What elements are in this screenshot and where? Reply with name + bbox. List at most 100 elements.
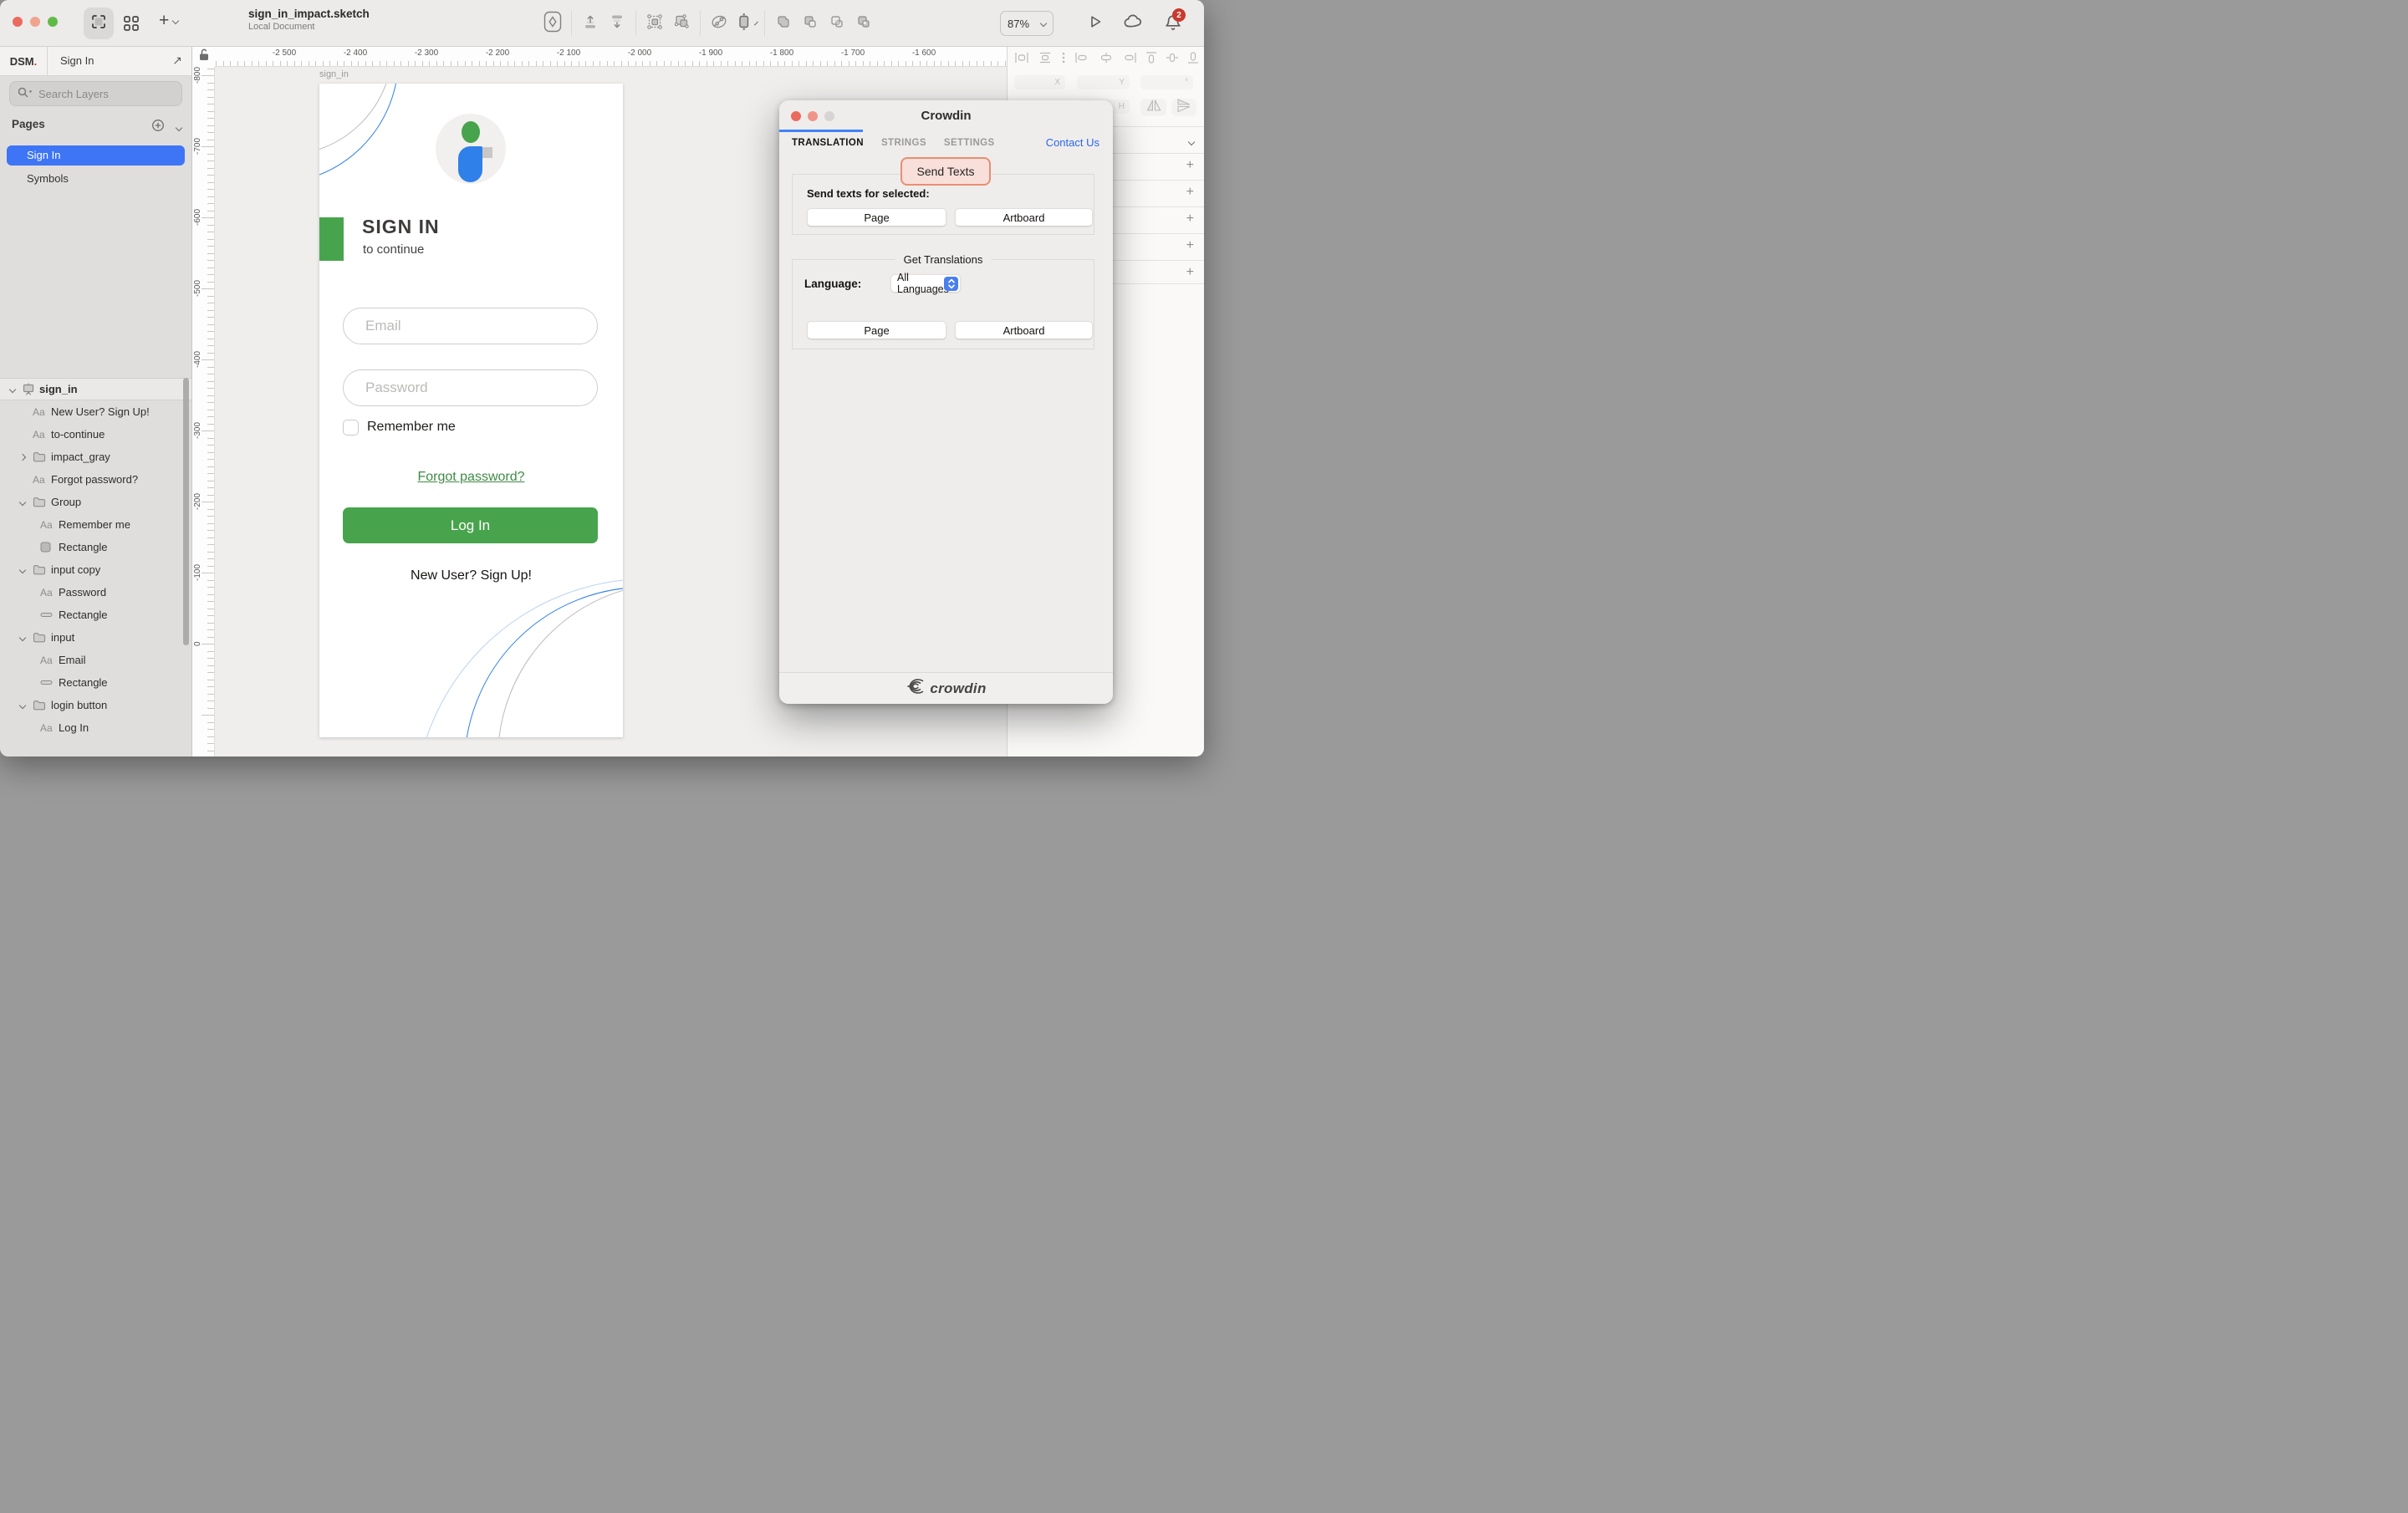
group-button[interactable] — [645, 13, 665, 34]
layer-row-forgot-password-[interactable]: AaForgot password? — [0, 468, 191, 491]
subtract-button[interactable] — [800, 13, 820, 34]
tab-current-page[interactable]: Sign In — [60, 54, 94, 67]
tab-settings[interactable]: SETTINGS — [944, 138, 995, 148]
distribute-vertically-icon[interactable] — [1038, 52, 1053, 68]
flip-horizontal-button[interactable] — [1140, 99, 1166, 116]
search-input[interactable]: Search Layers — [9, 81, 182, 106]
chevron-right-icon[interactable] — [19, 453, 26, 460]
add-style-button[interactable]: + — [1186, 240, 1194, 252]
get-page-button[interactable]: Page — [807, 321, 946, 339]
artboard-sign-in[interactable]: SIGN IN to continue Email Password Remem… — [319, 84, 623, 737]
chevron-down-icon[interactable] — [19, 701, 26, 708]
align-center-h-icon[interactable] — [1099, 52, 1114, 68]
layer-row-impact-gray[interactable]: impact_gray — [0, 446, 191, 468]
add-style-button[interactable]: + — [1186, 267, 1194, 278]
language-select[interactable]: All Languages — [890, 274, 961, 293]
intersect-button[interactable] — [827, 13, 847, 34]
ruler-tick — [792, 61, 793, 66]
ungroup-button[interactable] — [671, 13, 691, 34]
layer-row-input-copy[interactable]: input copy — [0, 558, 191, 581]
layer-row-to-continue[interactable]: Aato-continue — [0, 423, 191, 446]
align-middle-v-icon[interactable] — [1166, 51, 1179, 69]
chevron-down-icon[interactable] — [19, 498, 26, 505]
chevron-down-icon[interactable] — [9, 385, 16, 392]
tab-translation[interactable]: TRANSLATION — [792, 138, 864, 148]
union-button[interactable] — [773, 13, 793, 34]
chevron-down-icon[interactable] — [19, 566, 26, 573]
grid-view-button[interactable] — [122, 14, 140, 33]
sidebar-page-sign-in[interactable]: Sign In — [7, 145, 185, 166]
canvas-view-toggle[interactable] — [84, 8, 114, 39]
ruler-corner[interactable] — [192, 47, 215, 67]
move-forward-button[interactable] — [580, 13, 600, 34]
remember-me-checkbox[interactable] — [343, 420, 359, 436]
distribute-horizontally-icon[interactable] — [1014, 52, 1029, 68]
layer-row-password[interactable]: AaPassword — [0, 581, 191, 604]
move-backward-button[interactable] — [607, 13, 627, 34]
insert-menu[interactable]: + — [159, 12, 178, 29]
text-layer-icon: Aa — [33, 474, 45, 486]
add-style-button[interactable]: + — [1186, 160, 1194, 171]
difference-button[interactable] — [854, 13, 874, 34]
document-subtitle: Local Document — [248, 22, 370, 32]
layer-row-sign-in[interactable]: sign_in — [0, 378, 191, 400]
ruler-tick — [514, 61, 515, 66]
window-zoom-button[interactable] — [48, 17, 58, 27]
layer-row-rectangle[interactable]: Rectangle — [0, 604, 191, 626]
transform-oval-icon — [710, 13, 728, 34]
password-field[interactable]: Password — [343, 369, 598, 406]
tidy-icon[interactable] — [1061, 52, 1066, 68]
send-page-button[interactable]: Page — [807, 208, 946, 227]
layer-row-rectangle[interactable]: Rectangle — [0, 536, 191, 558]
collapse-section-button[interactable] — [1189, 134, 1194, 149]
layers-scrollbar[interactable] — [183, 378, 189, 645]
contact-us-link[interactable]: Contact Us — [1046, 136, 1099, 149]
login-button[interactable]: Log In — [343, 507, 598, 543]
send-texts-button[interactable]: Send Texts — [900, 157, 991, 186]
x-field[interactable]: X — [1014, 75, 1065, 89]
email-field[interactable]: Email — [343, 308, 598, 344]
align-top-icon[interactable] — [1145, 51, 1157, 69]
layer-row-remember-me[interactable]: AaRemember me — [0, 513, 191, 536]
layer-row-group[interactable]: Group — [0, 491, 191, 513]
zoom-dropdown[interactable]: 87% — [1000, 11, 1054, 36]
layer-row-input[interactable]: input — [0, 626, 191, 649]
window-minimize-button[interactable] — [30, 17, 40, 27]
window-close-button[interactable] — [13, 17, 23, 27]
layer-row-new-user-sign-up-[interactable]: AaNew User? Sign Up! — [0, 400, 191, 423]
align-right-icon[interactable] — [1122, 52, 1137, 68]
ruler-tick — [465, 61, 466, 66]
ruler-tick — [207, 623, 214, 624]
chevron-down-icon[interactable] — [176, 124, 182, 130]
cloud-button[interactable] — [1123, 13, 1145, 33]
add-style-button[interactable]: + — [1186, 186, 1194, 198]
align-left-icon[interactable] — [1074, 52, 1089, 68]
layer-row-login-button[interactable]: login button — [0, 694, 191, 716]
text-layer-icon: Aa — [33, 406, 45, 418]
preview-button[interactable] — [1087, 13, 1104, 34]
symbol-diamond-button[interactable] — [543, 13, 563, 34]
notifications-button[interactable]: 2 — [1164, 13, 1182, 36]
sidebar-page-symbols[interactable]: Symbols — [7, 169, 185, 189]
add-style-button[interactable]: + — [1186, 213, 1194, 225]
ruler-tick — [820, 61, 821, 66]
layer-row-rectangle[interactable]: Rectangle — [0, 671, 191, 694]
layer-row-log-in[interactable]: AaLog In — [0, 716, 191, 739]
external-link-icon[interactable]: ↗ — [172, 53, 182, 68]
forgot-password-link[interactable]: Forgot password? — [319, 470, 623, 485]
tab-strings[interactable]: STRINGS — [881, 138, 926, 148]
artboard-title[interactable]: sign_in — [319, 69, 349, 79]
layer-row-email[interactable]: AaEmail — [0, 649, 191, 671]
resize-artboard-button[interactable] — [736, 13, 756, 34]
y-field[interactable]: Y — [1077, 75, 1130, 89]
rotation-field[interactable]: ° — [1140, 75, 1193, 89]
chevron-down-icon[interactable] — [19, 634, 26, 640]
signup-text[interactable]: New User? Sign Up! — [319, 568, 623, 583]
send-artboard-button[interactable]: Artboard — [955, 208, 1093, 227]
align-bottom-icon[interactable] — [1187, 51, 1199, 69]
transform-oval-button[interactable] — [709, 13, 729, 34]
add-page-icon[interactable] — [151, 119, 165, 136]
tab-dsm[interactable]: DSM. — [0, 47, 48, 76]
get-artboard-button[interactable]: Artboard — [955, 321, 1093, 339]
flip-vertical-button[interactable] — [1171, 99, 1196, 116]
